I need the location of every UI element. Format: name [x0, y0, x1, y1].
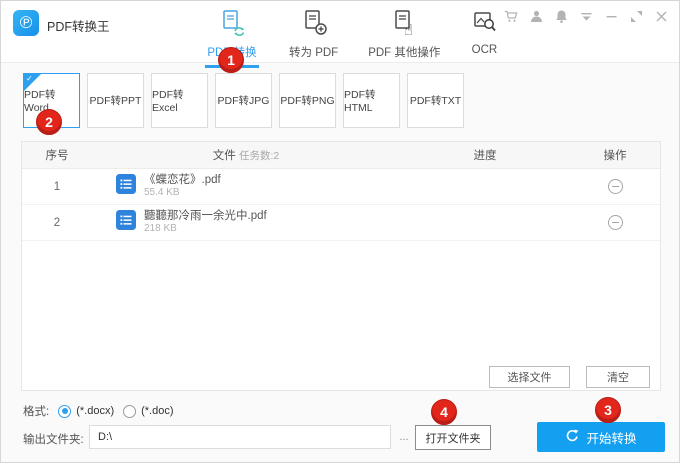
step-4-badge: 4	[431, 399, 457, 425]
format-option-doc[interactable]: (*.doc)	[123, 405, 173, 418]
close-icon[interactable]	[654, 9, 669, 24]
step-1-badge: 1	[218, 47, 244, 73]
option-pdf-to-png[interactable]: PDF转PNG	[279, 73, 336, 128]
refresh-icon	[565, 428, 580, 446]
remove-icon[interactable]	[608, 179, 623, 194]
file-size: 218 KB	[144, 223, 267, 236]
option-pdf-to-jpg[interactable]: PDF转JPG	[215, 73, 272, 128]
table-header: 序号 文件 任务数:2 进度 操作	[22, 142, 660, 169]
bell-icon[interactable]	[554, 9, 569, 24]
tab-ocr[interactable]: OCR	[466, 6, 502, 74]
to-pdf-icon	[300, 8, 328, 41]
cart-icon[interactable]	[504, 9, 519, 24]
ocr-icon	[470, 8, 498, 41]
clear-button[interactable]: 清空	[586, 366, 650, 388]
maximize-icon[interactable]	[629, 9, 644, 24]
window-controls	[504, 9, 669, 24]
header-action: 操作	[570, 147, 660, 163]
header-file: 文件 任务数:2	[92, 147, 400, 163]
app-logo-icon: ℗	[13, 10, 39, 36]
option-pdf-to-html[interactable]: PDF转HTML	[343, 73, 400, 128]
titlebar: ℗ PDF转换王 PDF 转换	[1, 1, 679, 63]
format-option-docx[interactable]: (*.docx)	[58, 405, 114, 418]
app-title: PDF转换王	[47, 16, 110, 35]
option-pdf-to-ppt[interactable]: PDF转PPT	[87, 73, 144, 128]
tab-to-pdf[interactable]: 转为 PDF	[285, 6, 342, 74]
start-convert-button[interactable]: 开始转换	[537, 422, 665, 452]
app-window: ℗ PDF转换王 PDF 转换	[0, 0, 680, 463]
select-files-button[interactable]: 选择文件	[489, 366, 570, 388]
pdf-convert-icon	[218, 8, 246, 41]
remove-icon[interactable]	[608, 215, 623, 230]
tab-label: 转为 PDF	[289, 44, 338, 60]
tab-pdf-other-ops[interactable]: ☝ PDF 其他操作	[364, 6, 444, 74]
svg-text:☝: ☝	[404, 21, 413, 36]
radio-docx[interactable]	[58, 405, 71, 418]
step-3-badge: 3	[595, 397, 621, 423]
format-label: 格式:	[23, 403, 49, 419]
step-2-badge: 2	[36, 109, 62, 135]
convert-options-row: ✓ PDF转Word PDF转PPT PDF转Excel PDF转JPG PDF…	[23, 73, 464, 128]
file-size: 55.4 KB	[144, 187, 221, 200]
file-table: 序号 文件 任务数:2 进度 操作 1 《蝶恋花》.pdf 55.4 KB	[21, 141, 661, 391]
format-row: 格式: (*.docx) (*.doc)	[23, 403, 174, 419]
browse-button[interactable]: ...	[394, 425, 414, 449]
minimize-icon[interactable]	[604, 9, 619, 24]
tab-label: OCR	[472, 44, 498, 56]
menu-caret-icon[interactable]	[579, 9, 594, 24]
table-row: 1 《蝶恋花》.pdf 55.4 KB	[22, 169, 660, 205]
open-folder-button[interactable]: 打开文件夹	[415, 425, 491, 450]
option-pdf-to-excel[interactable]: PDF转Excel	[151, 73, 208, 128]
main-tabs: PDF 转换 转为 PDF	[201, 6, 502, 74]
tab-label: PDF 其他操作	[368, 44, 440, 60]
header-progress: 进度	[400, 147, 570, 163]
header-index: 序号	[22, 147, 92, 163]
radio-doc[interactable]	[123, 405, 136, 418]
output-folder-label: 输出文件夹:	[23, 431, 84, 447]
file-name: 聽聽那冷雨一余光中.pdf	[144, 209, 267, 223]
task-count: 任务数:2	[239, 150, 279, 162]
row-index: 2	[22, 217, 92, 229]
file-name: 《蝶恋花》.pdf	[144, 173, 221, 187]
output-folder-input[interactable]	[89, 425, 391, 449]
row-index: 1	[22, 181, 92, 193]
user-icon[interactable]	[529, 9, 544, 24]
option-pdf-to-txt[interactable]: PDF转TXT	[407, 73, 464, 128]
pdf-file-icon	[116, 174, 136, 199]
pdf-file-icon	[116, 210, 136, 235]
table-row: 2 聽聽那冷雨一余光中.pdf 218 KB	[22, 205, 660, 241]
pdf-other-ops-icon: ☝	[390, 8, 418, 41]
